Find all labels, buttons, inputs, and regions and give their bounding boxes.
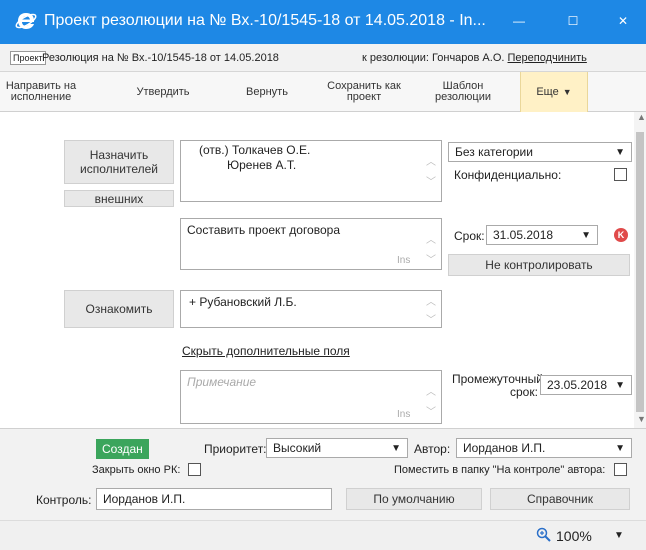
task-text: Составить проект договора [187, 223, 340, 237]
zoom-level: 100% [556, 528, 592, 544]
external-executors-button[interactable]: внешних [64, 190, 174, 207]
window-title: Проект резолюции на № Вх.-10/1545-18 от … [44, 12, 486, 29]
scroll-up-icon[interactable]: ︿ [425, 293, 437, 308]
ins-indicator: Ins [397, 255, 411, 266]
no-control-button[interactable]: Не контролировать [448, 254, 630, 276]
status-badge: Создан [96, 439, 149, 459]
status-bar: 100% ▼ [0, 520, 646, 550]
document-info-row: Проект Резолюция на № Вх.-10/1545-18 от … [0, 44, 646, 72]
scroll-down-icon[interactable]: ﹀ [425, 403, 437, 418]
remove-deadline-icon[interactable]: K [614, 228, 628, 242]
confidential-label: Конфиденциально: [454, 168, 562, 182]
author-select[interactable]: Иорданов И.П. ▼ [456, 438, 632, 458]
resolution-reference: Резолюция на № Вх.-10/1545-18 от 14.05.2… [42, 52, 279, 64]
resubordinate-link[interactable]: Переподчинить [508, 52, 587, 64]
default-button[interactable]: По умолчанию [346, 488, 482, 510]
executor-item: (отв.) Толкачев О.Е. [199, 143, 311, 157]
maximize-button[interactable]: ☐ [550, 6, 596, 36]
executors-field[interactable]: (отв.) Толкачев О.Е. Юренев А.Т. ︿ ﹀ [180, 140, 442, 202]
title-bar: Проект резолюции на № Вх.-10/1545-18 от … [0, 0, 646, 44]
interim-deadline-label-suffix: срок: [510, 385, 538, 399]
executor-item: Юренев А.Т. [227, 158, 297, 172]
scroll-down-icon[interactable]: ﹀ [425, 251, 437, 266]
familiarize-person: + Рубановский Л.Б. [189, 295, 297, 309]
resolution-template-button[interactable]: Шаблон резолюции [418, 72, 508, 112]
close-button[interactable]: ✕ [600, 6, 646, 36]
project-tag: Проект [10, 51, 46, 65]
hide-extra-fields-link[interactable]: Скрыть дополнительные поля [182, 344, 350, 358]
confidential-checkbox[interactable] [614, 168, 627, 181]
chevron-down-icon: ▼ [581, 229, 591, 241]
familiarize-field[interactable]: + Рубановский Л.Б. ︿ ﹀ [180, 290, 442, 328]
chevron-down-icon: ▼ [615, 146, 625, 158]
minimize-button[interactable]: — [496, 6, 542, 36]
close-rk-checkbox[interactable] [188, 463, 201, 476]
interim-deadline-label: Промежуточный [452, 372, 543, 386]
familiarize-button[interactable]: Ознакомить [64, 290, 174, 328]
scroll-down-icon[interactable]: ▼ [637, 414, 646, 424]
save-as-project-button[interactable]: Сохранить как проект [318, 72, 410, 112]
assign-executors-button[interactable]: Назначить исполнителей [64, 140, 174, 184]
scroll-up-icon[interactable]: ▲ [637, 112, 646, 122]
ins-indicator: Ins [397, 409, 411, 420]
deadline-label: Срок: [454, 229, 485, 243]
category-value: Без категории [455, 145, 533, 159]
scroll-up-icon[interactable]: ︿ [425, 153, 437, 168]
parent-resolution: к резолюции: Гончаров А.О. Переподчинить [362, 52, 587, 64]
parent-resolution-text: к резолюции: Гончаров А.О. [362, 52, 505, 64]
interim-deadline-picker[interactable]: 23.05.2018 ▼ [540, 375, 632, 395]
deadline-date-picker[interactable]: 31.05.2018 ▼ [486, 225, 598, 245]
scroll-up-icon[interactable]: ︿ [425, 383, 437, 398]
return-button[interactable]: Вернуть [218, 72, 316, 112]
priority-label: Приоритет: [204, 442, 267, 456]
scroll-down-icon[interactable]: ﹀ [425, 311, 437, 326]
chevron-down-icon: ▼ [615, 379, 625, 391]
priority-select[interactable]: Высокий ▼ [266, 438, 408, 458]
chevron-down-icon: ▼ [615, 442, 625, 454]
bottom-panel: Создан Приоритет: Высокий ▼ Автор: Иорда… [0, 428, 646, 520]
category-select[interactable]: Без категории ▼ [448, 142, 632, 162]
note-placeholder: Примечание [187, 375, 257, 389]
scroll-down-icon[interactable]: ﹀ [425, 173, 437, 188]
author-label: Автор: [414, 442, 451, 456]
approve-button[interactable]: Утвердить [118, 72, 208, 112]
zoom-dropdown-icon[interactable]: ▼ [614, 530, 624, 541]
chevron-down-icon: ▼ [562, 86, 572, 97]
form-scrollbar[interactable]: ▲ ▼ [634, 112, 646, 428]
note-field[interactable]: Примечание Ins ︿ ﹀ [180, 370, 442, 424]
control-label: Контроль: [36, 493, 92, 507]
toolbar: Направить на исполнение Утвердить Вернут… [0, 72, 646, 112]
send-for-execution-button[interactable]: Направить на исполнение [4, 72, 78, 112]
scroll-up-icon[interactable]: ︿ [425, 231, 437, 246]
control-folder-checkbox[interactable] [614, 463, 627, 476]
close-rk-label: Закрыть окно РК: [92, 464, 181, 476]
chevron-down-icon: ▼ [391, 442, 401, 454]
priority-value: Высокий [273, 441, 322, 455]
reference-button[interactable]: Справочник [490, 488, 630, 510]
control-input[interactable]: Иорданов И.П. [96, 488, 332, 510]
scroll-thumb[interactable] [636, 132, 644, 412]
interim-deadline-value: 23.05.2018 [547, 378, 608, 392]
more-label: Еще [536, 85, 559, 98]
task-text-field[interactable]: Составить проект договора Ins ︿ ﹀ [180, 218, 442, 270]
control-folder-label: Поместить в папку "На контроле" автора: [394, 464, 606, 476]
more-menu-button[interactable]: Еще ▼ [520, 72, 588, 112]
zoom-icon[interactable] [536, 527, 552, 543]
ie-logo-icon [15, 13, 37, 29]
author-value: Иорданов И.П. [463, 441, 546, 455]
deadline-value: 31.05.2018 [493, 228, 554, 242]
